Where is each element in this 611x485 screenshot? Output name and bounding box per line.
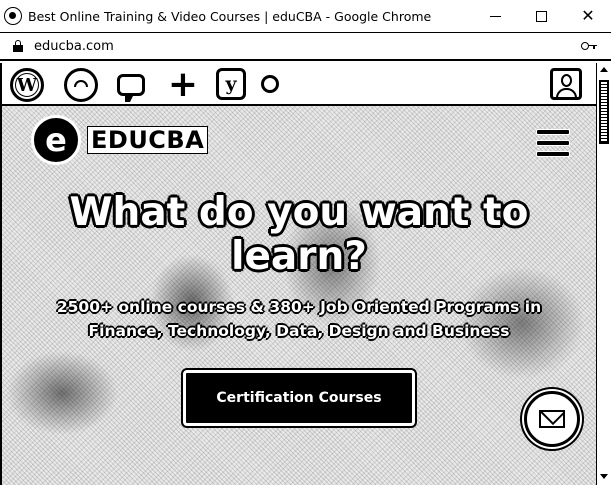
minimize-button[interactable] [472, 0, 518, 32]
hero-title: What do you want to learn? [2, 191, 596, 279]
vertical-scrollbar[interactable] [596, 63, 611, 485]
hero-subtitle-line-2: Finance, Technology, Data, Design and Bu… [88, 322, 510, 340]
chrome-app-icon [4, 7, 22, 25]
minimize-icon [489, 15, 501, 17]
user-icon[interactable] [550, 68, 582, 100]
lock-icon[interactable] [13, 40, 23, 52]
maximize-icon [535, 10, 547, 22]
certification-courses-button[interactable]: Certification Courses [183, 370, 415, 426]
dashboard-icon[interactable] [64, 68, 98, 102]
maximize-button[interactable] [518, 0, 564, 32]
window-title: Best Online Training & Video Courses | e… [28, 8, 432, 24]
logo-mark-icon: e [31, 115, 81, 165]
scroll-up-icon[interactable] [600, 67, 608, 72]
close-button[interactable]: ✕ [565, 0, 611, 32]
hero-subtitle-line-1: 2500+ online courses & 380+ Job Oriented… [56, 298, 542, 316]
url-text[interactable]: educba.com [34, 39, 114, 54]
hero-subtitle: 2500+ online courses & 380+ Job Oriented… [2, 295, 596, 343]
scroll-thumb[interactable] [599, 80, 609, 144]
plus-icon[interactable]: + [166, 67, 200, 103]
wp-admin-toolbar: W + y [2, 63, 596, 106]
hamburger-icon[interactable] [536, 129, 570, 157]
browser-title-bar: Best Online Training & Video Courses | e… [0, 0, 611, 33]
key-icon[interactable] [581, 41, 597, 51]
comment-icon[interactable] [114, 68, 148, 102]
wordpress-icon[interactable]: W [10, 68, 44, 102]
scroll-down-icon[interactable] [600, 474, 608, 479]
close-icon: ✕ [581, 6, 595, 25]
hero-title-line-2: learn? [231, 234, 367, 279]
status-dot-icon[interactable] [261, 75, 279, 93]
educba-logo[interactable]: e EDUCBA [31, 115, 209, 165]
mail-icon [539, 410, 565, 428]
mail-widget-button[interactable] [524, 391, 580, 447]
address-bar[interactable]: educba.com [0, 33, 611, 61]
logo-text: EDUCBA [87, 126, 209, 154]
yoast-icon[interactable]: y [216, 68, 246, 100]
page-viewport: W + y e EDUCBA What do you want to learn… [0, 63, 596, 485]
hero-title-line-1: What do you want to [69, 190, 529, 235]
